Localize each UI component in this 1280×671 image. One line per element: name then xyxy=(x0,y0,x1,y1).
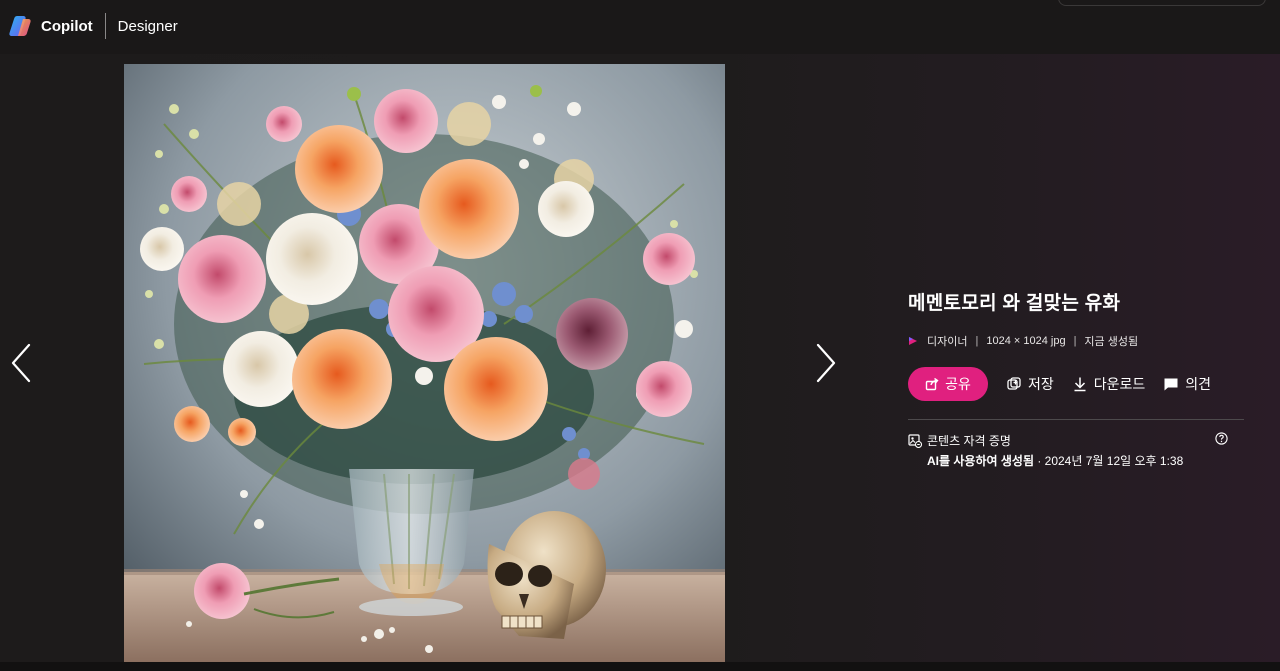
download-icon xyxy=(1074,377,1086,392)
chevron-left-icon xyxy=(11,343,31,383)
header-divider xyxy=(104,13,106,39)
content-credentials: 콘텐츠 자격 증명 AI를 사용하여 생성됨 · 2024년 7월 12일 오후… xyxy=(908,432,1244,469)
image-status: 지금 생성됨 xyxy=(1084,336,1139,348)
save-label: 저장 xyxy=(1028,376,1054,392)
save-collection-icon xyxy=(1007,377,1021,390)
bottom-strip xyxy=(0,662,1280,671)
meta-separator: | xyxy=(975,335,979,347)
image-info-panel: 메멘토모리 와 걸맞는 유화 디자이너 | 1024 × 1024 jpg | … xyxy=(908,288,1244,469)
credentials-detail: AI를 사용하여 생성됨 · 2024년 7월 12일 오후 1:38 xyxy=(927,452,1244,469)
image-source: 디자이너 xyxy=(927,336,968,348)
generated-image[interactable] xyxy=(124,64,725,662)
feedback-icon xyxy=(1164,378,1178,391)
search-box-edge[interactable] xyxy=(1058,0,1266,6)
product-name[interactable]: Designer xyxy=(118,18,178,35)
brand-name: Copilot xyxy=(41,17,93,35)
credentials-header: 콘텐츠 자격 증명 xyxy=(908,432,1244,449)
share-icon xyxy=(925,377,939,391)
save-button[interactable]: 저장 xyxy=(1006,374,1054,394)
top-bar: Copilot Designer xyxy=(0,0,1280,54)
still-life-painting xyxy=(124,64,725,662)
help-icon xyxy=(1215,432,1228,445)
share-label: 공유 xyxy=(945,376,971,392)
brand[interactable]: Copilot Designer xyxy=(8,12,178,40)
meta-separator: | xyxy=(1073,335,1077,347)
download-label: 다운로드 xyxy=(1093,376,1146,392)
feedback-label: 의견 xyxy=(1185,376,1212,392)
image-dimensions: 1024 × 1024 jpg xyxy=(986,335,1066,347)
credentials-label: 콘텐츠 자격 증명 xyxy=(927,434,1011,448)
credentials-help-button[interactable] xyxy=(1215,432,1228,448)
chevron-right-icon xyxy=(816,343,836,383)
download-button[interactable]: 다운로드 xyxy=(1072,374,1146,394)
image-title: 메멘토모리 와 걸맞는 유화 xyxy=(908,293,1121,314)
next-image-button[interactable] xyxy=(814,343,838,383)
share-button[interactable]: 공유 xyxy=(908,367,988,401)
feedback-button[interactable]: 의견 xyxy=(1163,374,1211,394)
designer-icon xyxy=(909,337,917,345)
generated-date: · 2024년 7월 12일 오후 1:38 xyxy=(1034,454,1184,468)
image-meta: 디자이너 | 1024 × 1024 jpg | 지금 생성됨 xyxy=(908,333,1244,349)
previous-image-button[interactable] xyxy=(9,343,33,383)
action-bar: 공유 저장 다운로드 의견 xyxy=(908,367,1244,401)
content-credentials-icon xyxy=(908,433,922,448)
panel-divider xyxy=(908,419,1244,420)
copilot-logo-icon xyxy=(9,16,31,36)
ai-generated-label: AI를 사용하여 생성됨 xyxy=(927,454,1034,468)
